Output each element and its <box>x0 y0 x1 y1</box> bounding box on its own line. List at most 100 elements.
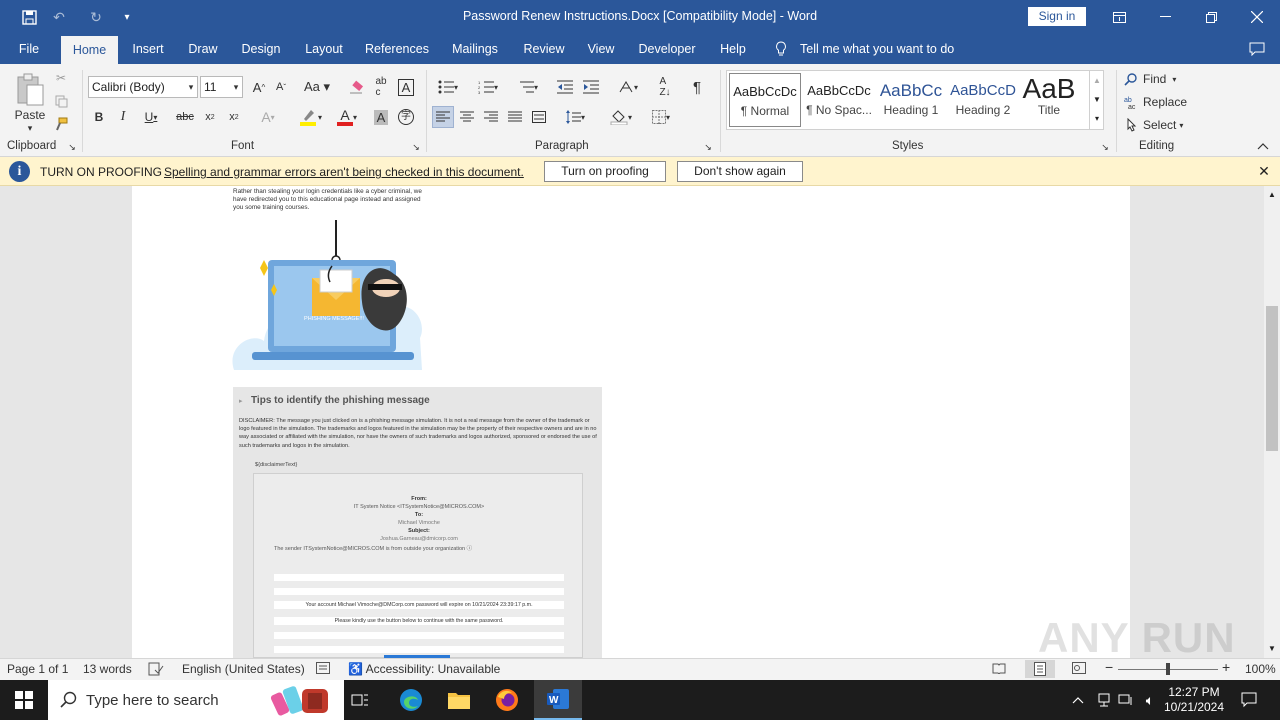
taskbar-search-box[interactable]: Type here to search <box>48 680 344 720</box>
save-icon[interactable] <box>18 7 40 27</box>
format-painter-icon[interactable] <box>52 114 70 134</box>
document-page[interactable]: Rather than stealing your login credenti… <box>132 186 1130 658</box>
style-heading-1[interactable]: AaBbCc Heading 1 <box>875 73 947 127</box>
lightbulb-icon[interactable] <box>772 34 790 64</box>
superscript-icon[interactable]: x2 <box>224 106 244 128</box>
find-button[interactable]: Find ▾ <box>1124 68 1188 90</box>
align-right-icon[interactable] <box>480 106 502 128</box>
show-hidden-icons-icon[interactable] <box>1068 680 1088 720</box>
page-count[interactable]: Page 1 of 1 <box>7 662 68 676</box>
paste-icon[interactable] <box>10 70 50 110</box>
text-effects-icon[interactable]: A ▾ <box>254 106 282 128</box>
font-name-dropdown-icon[interactable]: ▾ <box>184 76 198 98</box>
tab-layout[interactable]: Layout <box>298 34 350 64</box>
grow-font-icon[interactable]: A ^ <box>250 76 268 98</box>
subscript-icon[interactable]: x2 <box>200 106 220 128</box>
show-formatting-marks-icon[interactable]: ¶ <box>686 76 708 98</box>
customize-qat-icon[interactable]: ▾ <box>116 7 138 27</box>
multilevel-list-icon[interactable]: ▾ <box>512 76 544 98</box>
underline-icon[interactable]: U ▾ <box>138 106 164 128</box>
line-spacing-icon[interactable]: ▾ <box>558 106 592 128</box>
vertical-scrollbar[interactable]: ▲ ▼ <box>1264 186 1280 658</box>
network-device-icon[interactable] <box>1094 680 1114 720</box>
style-title[interactable]: AaB Title <box>1013 73 1085 127</box>
character-shading-icon[interactable]: A <box>372 106 390 128</box>
start-button-icon[interactable] <box>0 680 48 720</box>
clear-formatting-icon[interactable] <box>346 76 366 98</box>
tab-review[interactable]: Review <box>518 34 570 64</box>
align-left-icon[interactable] <box>432 106 454 128</box>
shading-icon[interactable]: ▾ <box>604 106 638 128</box>
copy-icon[interactable] <box>52 91 70 111</box>
styles-more-icon[interactable]: ▾ <box>1090 109 1104 128</box>
info-bar-message-link[interactable]: Spelling and grammar errors aren't being… <box>164 165 524 179</box>
replace-button[interactable]: ab ac Replace <box>1124 91 1188 113</box>
paste-dropdown-icon[interactable]: ▾ <box>22 122 38 134</box>
read-mode-icon[interactable] <box>992 662 1006 677</box>
task-view-icon[interactable] <box>344 680 376 720</box>
font-name-box[interactable]: Calibri (Body) <box>88 76 198 98</box>
redo-icon[interactable]: ↻ <box>85 7 107 27</box>
ribbon-display-options-icon[interactable] <box>1096 0 1142 34</box>
bullets-icon[interactable]: ▾ <box>432 76 464 98</box>
print-layout-icon[interactable] <box>1025 660 1055 678</box>
sign-in-button[interactable]: Sign in <box>1028 7 1086 26</box>
word-count[interactable]: 13 words <box>83 662 132 676</box>
close-icon[interactable] <box>1234 0 1280 34</box>
increase-indent-icon[interactable] <box>580 76 602 98</box>
align-center-icon[interactable] <box>456 106 478 128</box>
asian-layout-icon[interactable]: ▾ <box>612 76 644 98</box>
close-info-bar-icon[interactable]: ✕ <box>1256 163 1272 179</box>
tab-home[interactable]: Home <box>61 36 118 64</box>
paragraph-launcher-icon[interactable]: ↘ <box>702 140 714 154</box>
zoom-slider-thumb[interactable] <box>1166 663 1170 675</box>
volume-icon[interactable]: 🔈︎ <box>1140 680 1160 720</box>
character-border-icon[interactable]: A <box>396 76 416 98</box>
collapse-arrow-icon[interactable]: ▸ <box>239 397 243 405</box>
language-status[interactable]: English (United States) <box>182 662 305 676</box>
notifications-icon[interactable] <box>1234 680 1264 720</box>
undo-icon[interactable]: ↶ <box>48 7 70 27</box>
distributed-icon[interactable] <box>528 106 550 128</box>
dont-show-again-button[interactable]: Don't show again <box>677 161 803 182</box>
style-heading-2[interactable]: AaBbCcD Heading 2 <box>947 73 1019 127</box>
justify-icon[interactable] <box>504 106 526 128</box>
file-explorer-icon[interactable] <box>438 680 480 720</box>
scroll-down-icon[interactable]: ▼ <box>1264 642 1280 656</box>
scroll-thumb[interactable] <box>1266 306 1278 451</box>
web-layout-icon[interactable] <box>1072 662 1086 677</box>
macro-icon[interactable] <box>316 662 330 677</box>
tab-mailings[interactable]: Mailings <box>445 34 505 64</box>
tab-design[interactable]: Design <box>236 34 286 64</box>
collapse-ribbon-icon[interactable] <box>1254 138 1272 154</box>
tab-references[interactable]: References <box>362 34 432 64</box>
font-color-icon[interactable]: A ▾ <box>332 106 362 128</box>
font-launcher-icon[interactable]: ↘ <box>410 140 422 154</box>
style-no-spacing[interactable]: AaBbCcDc ¶ No Spac... <box>803 73 875 127</box>
tab-view[interactable]: View <box>582 34 620 64</box>
zoom-out-icon[interactable]: − <box>1105 659 1113 675</box>
minimize-icon[interactable] <box>1142 0 1188 34</box>
tab-file[interactable]: File <box>10 34 48 64</box>
styles-launcher-icon[interactable]: ↘ <box>1099 140 1111 154</box>
firefox-icon[interactable] <box>486 680 528 720</box>
turn-on-proofing-button[interactable]: Turn on proofing <box>544 161 666 182</box>
phonetic-guide-icon[interactable]: ab c <box>370 76 392 98</box>
zoom-in-icon[interactable]: + <box>1222 659 1230 675</box>
borders-icon[interactable]: ▾ <box>644 106 678 128</box>
select-button[interactable]: Select ▾ <box>1124 114 1188 136</box>
tab-help[interactable]: Help <box>714 34 752 64</box>
network-icon[interactable] <box>1116 680 1136 720</box>
tell-me-box[interactable]: Tell me what you want to do <box>800 34 960 64</box>
numbering-icon[interactable]: 1 2 3 ▾ <box>472 76 504 98</box>
decrease-indent-icon[interactable] <box>554 76 576 98</box>
comments-icon[interactable] <box>1246 34 1268 64</box>
style-normal[interactable]: AaBbCcDc ¶ Normal <box>729 73 801 127</box>
restore-icon[interactable] <box>1188 0 1234 34</box>
sort-icon[interactable]: A Z↓ <box>654 76 676 98</box>
font-size-dropdown-icon[interactable]: ▾ <box>229 76 243 98</box>
cut-icon[interactable]: ✂ <box>52 68 70 88</box>
accessibility-status[interactable]: ♿ Accessibility: Unavailable <box>348 662 500 676</box>
enclose-characters-icon[interactable]: 字 <box>396 106 416 128</box>
proofing-status-icon[interactable] <box>148 662 164 679</box>
